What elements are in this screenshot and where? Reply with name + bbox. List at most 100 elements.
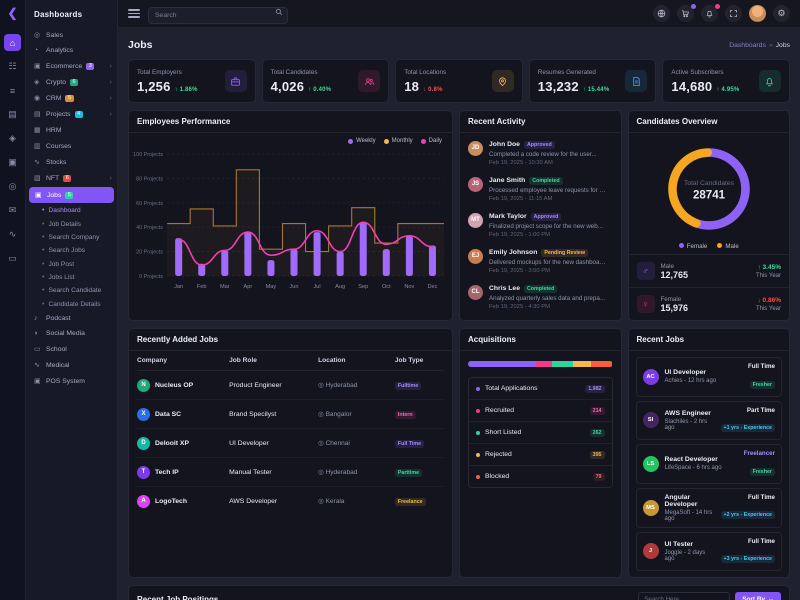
card-title: Recently Added Jobs [137,335,218,344]
activity-item[interactable]: EJEmily JohnsonPending ReviewDelivered m… [468,243,613,279]
recent-job-ui-tester[interactable]: JUI TesterJoggle - 2 days agoFull Time+3… [636,532,783,572]
user-avatar[interactable] [749,5,766,22]
wallet-icon[interactable]: ▭ [4,250,21,267]
avatar: JD [468,141,483,156]
breadcrumb-root[interactable]: Dashboards [729,42,766,49]
sidebar-item-school[interactable]: ▭School [26,341,117,357]
sidebar-item-projects[interactable]: ▤Projects4› [26,106,117,122]
sidebar-item-hrm[interactable]: ▦HRM [26,122,117,138]
stat-card-total-candidates: Total Candidates4,026↑ 0.40% [262,59,390,103]
home-icon[interactable]: ⌂ [4,34,21,51]
sidebar-item-sales[interactable]: ◎Sales [26,27,117,43]
svg-text:40 Projects: 40 Projects [136,225,163,231]
sidebar-item-courses[interactable]: ▥Courses [26,138,117,154]
sidebar-subitem-dashboard[interactable]: •Dashboard [26,204,117,217]
svg-text:28741: 28741 [693,190,726,202]
sort-by-button[interactable]: Sort By [735,592,781,600]
brand-logo-icon[interactable]: ❮ [7,6,17,20]
activity-item[interactable]: MTMark TaylorApprovedFinalized project s… [468,207,613,243]
sidebar-subitem-jobs-list[interactable]: •Jobs List [26,271,117,284]
resume-icon [631,76,642,87]
globe-icon[interactable] [653,5,670,22]
diamond-icon[interactable]: ◈ [4,130,21,147]
job-row-tech-ip[interactable]: TTech IPManual Tester◎ HyderabadParttime [137,458,444,487]
donut-legend: FemaleMale [679,243,739,250]
candidates-donut-chart: Total Candidates28741 [661,141,757,237]
sidebar-item-jobs[interactable]: ▣Jobs5 [29,187,114,203]
sidebar-subitem-search-jobs[interactable]: •Search Jobs [26,244,117,257]
activity-item[interactable]: JDJohn DoeApprovedCompleted a code revie… [468,135,613,171]
activity-item[interactable]: JSJane SmithCompletedProcessed employee … [468,171,613,207]
sidebar-item-stocks[interactable]: ∿Stocks [26,154,117,170]
job-row-delooit-xp[interactable]: DDelooit XPUI Developer◎ ChennaiFull Tim… [137,429,444,458]
file-icon[interactable]: ▤ [4,106,21,123]
acquisition-row-short-listed: Short Listed262 [469,422,612,444]
compass-icon[interactable]: ◎ [4,178,21,195]
male-icon: ♂ [637,262,655,280]
recent-job-aws-engineer[interactable]: SIAWS EngineerSlachiles - 2 hrs agoPart … [636,401,783,441]
sidebar-subitem-candidate-details[interactable]: •Candidate Details [26,298,117,311]
job-row-nucleus-op[interactable]: NNucleus OPProduct Engineer◎ HyderabadFu… [137,371,444,400]
activity-item[interactable]: CLChris LeeCompletedAnalyzed quarterly s… [468,279,613,315]
bell-icon [764,76,775,87]
company-logo: D [137,437,150,450]
sidebar-item-social-media[interactable]: ◗Social Media [26,326,117,341]
avatar: MS [643,500,659,516]
grid-icon[interactable]: ☷ [4,58,21,75]
cart-icon[interactable] [677,5,694,22]
candidates-icon [364,76,375,87]
layers-icon[interactable]: ≡ [4,82,21,99]
gender-stat-female: ♀Female15,976↓ 0.86%This Year [629,287,790,320]
svg-text:Oct: Oct [382,284,391,290]
svg-text:Apr: Apr [244,284,253,290]
chart-icon[interactable]: ∿ [4,226,21,243]
sidebar-subitem-search-candidate[interactable]: •Search Candidate [26,284,117,297]
sidebar-item-medical[interactable]: ∿Medical [26,357,117,373]
avatar: CL [468,285,483,300]
icon-rail: ❮ ⌂ ☷ ≡ ▤ ◈ ▣ ◎ ✉ ∿ ▭ [0,0,26,600]
recent-job-react-developer[interactable]: LSReact DeveloperLifeSpace - 6 hrs agoFr… [636,444,783,484]
recent-job-ui-developer[interactable]: ACUI DeveloperAchies - 12 hrs agoFull Ti… [636,357,783,397]
briefcase-icon [230,76,241,87]
job-row-logotech[interactable]: ALogoTechAWS Developer◎ KeralaFreelance [137,487,444,515]
stat-card-resumes-generated: Resumes Generated13,232↑ 15.44% [529,59,657,103]
topbar-search [148,4,288,24]
svg-text:Jun: Jun [289,284,298,290]
card-title: Acquisitions [468,335,516,344]
recent-job-angular-developer[interactable]: MSAngular DeveloperMegaSoft - 14 hrs ago… [636,488,783,528]
sidebar-subitem-search-company[interactable]: •Search Company [26,231,117,244]
fullscreen-icon[interactable] [725,5,742,22]
company-logo: T [137,466,150,479]
job-row-data-sc[interactable]: XData SCBrand Specilyst◎ BangalorIntern [137,400,444,429]
candidates-overview-card: Candidates Overview Total Candidates2874… [628,110,791,321]
sidebar-item-podcast[interactable]: ♪Podcast [26,311,117,326]
sidebar-subitem-job-post[interactable]: •Job Post [26,258,117,271]
search-input[interactable] [148,7,288,24]
card-title: Recent Activity [468,117,526,126]
bell-icon[interactable] [701,5,718,22]
sidebar-item-crm[interactable]: ◉CRM5› [26,90,117,106]
settings-icon[interactable]: ⚙ [773,5,790,22]
acquisition-row-rejected: Rejected395 [469,444,612,466]
avatar: EJ [468,249,483,264]
sidebar-item-ecommerce[interactable]: ▣Ecommerce3› [26,58,117,74]
sidebar-item-crypto[interactable]: ◈Crypto6› [26,74,117,90]
message-icon[interactable]: ✉ [4,202,21,219]
postings-search-input[interactable] [638,592,730,600]
female-icon: ♀ [637,295,655,313]
card-title: Candidates Overview [637,117,718,126]
gift-icon[interactable]: ▣ [4,154,21,171]
sidebar-subitem-job-details[interactable]: •Job Details [26,217,117,230]
svg-text:Feb: Feb [197,284,207,290]
hamburger-icon[interactable] [128,9,140,17]
chart-legend: WeeklyMonthlyDaily [129,133,452,144]
svg-text:0 Projects: 0 Projects [139,274,163,280]
avatar: LS [643,456,659,472]
jobs-dashboard: ❮ ⌂ ☷ ≡ ▤ ◈ ▣ ◎ ✉ ∿ ▭ Dashboards ◎Sales◔… [0,0,800,600]
sidebar-item-nft[interactable]: ▧NFT6› [26,170,117,186]
sidebar-item-pos-system[interactable]: ▣POS System [26,373,117,389]
stat-card-active-subscribers: Active Subscribers14,680↑ 4.95% [662,59,790,103]
company-logo: A [137,495,150,508]
sidebar-item-analytics[interactable]: ◔Analytics [26,43,117,58]
search-icon[interactable] [275,8,283,16]
